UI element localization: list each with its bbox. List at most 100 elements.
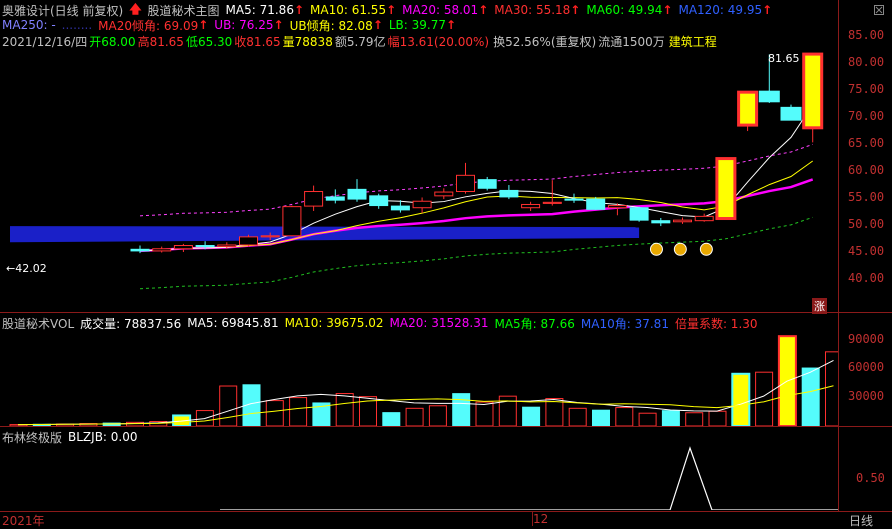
blz-line	[220, 446, 838, 510]
ma5-label: MA5: 71.86	[225, 3, 294, 17]
ub-arrow-icon: ↑	[273, 18, 284, 32]
x-axis-year: 2021年	[2, 514, 45, 528]
ub-label: UB: 76.25	[214, 18, 274, 32]
main-panel-bottom	[0, 312, 892, 313]
volume-bar	[661, 410, 680, 426]
candle-body	[347, 188, 367, 200]
upper-band-line	[139, 143, 813, 217]
candle-body	[758, 90, 780, 103]
ma30-label: MA30: 55.18	[494, 3, 571, 17]
price-tick-55: 55.00	[848, 190, 885, 204]
vol-ratio: 倍量系数: 1.30	[674, 316, 758, 331]
candle-body	[217, 244, 237, 248]
volume-bar	[405, 407, 424, 426]
volume-bar	[615, 407, 634, 426]
price-tick-80: 80.00	[848, 55, 885, 69]
ma20-arrow-icon: ↑	[478, 3, 489, 17]
candle-body	[673, 219, 692, 223]
price-tick-50: 50.00	[848, 217, 885, 231]
price-tick-40: 40.00	[848, 271, 885, 285]
price-tick-75: 75.00	[848, 82, 885, 96]
volume-bar	[755, 371, 774, 426]
volume-bar	[219, 385, 238, 426]
blz-panel-bottom	[0, 511, 892, 512]
vol-header: 股道秘术VOL 成交量: 78837.56 MA5: 69845.81 MA10…	[2, 315, 764, 331]
candle-body	[239, 236, 258, 246]
candle-body	[651, 220, 671, 224]
vol-ma10: MA10: 39675.02	[284, 316, 384, 330]
candle-body	[412, 200, 432, 209]
vol-ma20: MA20: 31528.31	[389, 316, 489, 330]
volume-bar	[825, 351, 838, 426]
vol-value: 成交量: 78837.56	[80, 316, 182, 331]
volume-bar	[522, 406, 541, 426]
candle-body	[369, 195, 389, 207]
volume-chart[interactable]	[0, 330, 838, 426]
candle-body	[607, 205, 627, 209]
ubangle-arrow-icon: ↑	[372, 18, 383, 32]
candle-body	[173, 245, 193, 250]
volume-bar	[708, 410, 727, 426]
volume-bar	[685, 412, 704, 426]
vol-tick-30000: 30000	[848, 389, 885, 403]
money-bag-icon	[699, 242, 713, 256]
volume-bar	[265, 400, 284, 426]
money-bag-icon	[649, 242, 663, 256]
blz-chart[interactable]	[0, 430, 838, 510]
candle-body	[456, 174, 475, 193]
volume-bar	[428, 405, 447, 426]
price-tick-85: 85.00	[848, 28, 885, 42]
candle-body	[694, 215, 714, 222]
min-price-value: 42.02	[15, 262, 47, 275]
candle-body	[260, 235, 280, 238]
main-header-line2: MA250: - ........ MA20倾角: 69.09 ↑ UB: 76.…	[2, 17, 462, 33]
candle-body	[542, 201, 562, 204]
candle-body	[737, 90, 759, 127]
ma250-label: MA250: -	[2, 18, 56, 32]
candle-body	[521, 203, 541, 209]
candle-body	[715, 157, 737, 221]
volume-bar	[382, 412, 401, 426]
ma60-label: MA60: 49.94	[586, 3, 663, 17]
money-bag-icon	[673, 242, 687, 256]
vol-title[interactable]: 股道秘术VOL	[2, 315, 74, 332]
x-axis-month-tick	[532, 512, 533, 526]
vol-ma5: MA5: 69845.81	[187, 316, 279, 330]
price-chart[interactable]	[0, 42, 838, 312]
vol-panel-bottom	[0, 426, 892, 427]
ma5-arrow-icon: ↑	[293, 3, 305, 17]
ma60-arrow-icon: ↑	[662, 3, 673, 17]
volume-bar	[638, 412, 657, 426]
vol-ma5angle: MA5角: 87.66	[494, 316, 575, 331]
candle-body	[780, 106, 802, 121]
candle-body	[477, 179, 497, 189]
max-price-label: 81.65	[768, 52, 800, 65]
vol-tick-60000: 60000	[848, 360, 885, 374]
x-axis-month: 12	[533, 512, 549, 526]
period-label[interactable]: 日线	[849, 512, 873, 529]
candle-body	[152, 248, 172, 252]
close-icon[interactable]	[874, 5, 884, 15]
lb-label: LB: 39.77	[388, 18, 447, 32]
candle-body	[304, 191, 324, 207]
volume-bar	[452, 393, 471, 426]
blz-tick-050: 0.50	[856, 471, 885, 485]
vol-ma10angle: MA10角: 37.81	[580, 316, 669, 331]
volume-bar	[289, 397, 308, 426]
price-tick-70: 70.00	[848, 109, 885, 123]
ub-angle-label: UB倾角: 82.08	[289, 18, 373, 33]
volume-bar	[335, 393, 354, 426]
candle-body	[629, 207, 649, 221]
price-tick-65: 65.00	[848, 136, 885, 150]
ma30-arrow-icon: ↑	[570, 3, 581, 17]
zhang-badge: 涨	[812, 298, 827, 314]
candle-body	[802, 52, 824, 130]
ma20-angle-label: MA20倾角: 69.09	[98, 18, 199, 33]
candle-body	[434, 191, 454, 197]
volume-bar	[475, 401, 494, 426]
volume-bar	[545, 398, 564, 426]
ma120-label: MA120: 49.95	[678, 3, 763, 17]
ma-band	[10, 226, 640, 243]
ma10-arrow-icon: ↑	[386, 3, 397, 17]
ma120-arrow-icon: ↑	[762, 3, 773, 17]
